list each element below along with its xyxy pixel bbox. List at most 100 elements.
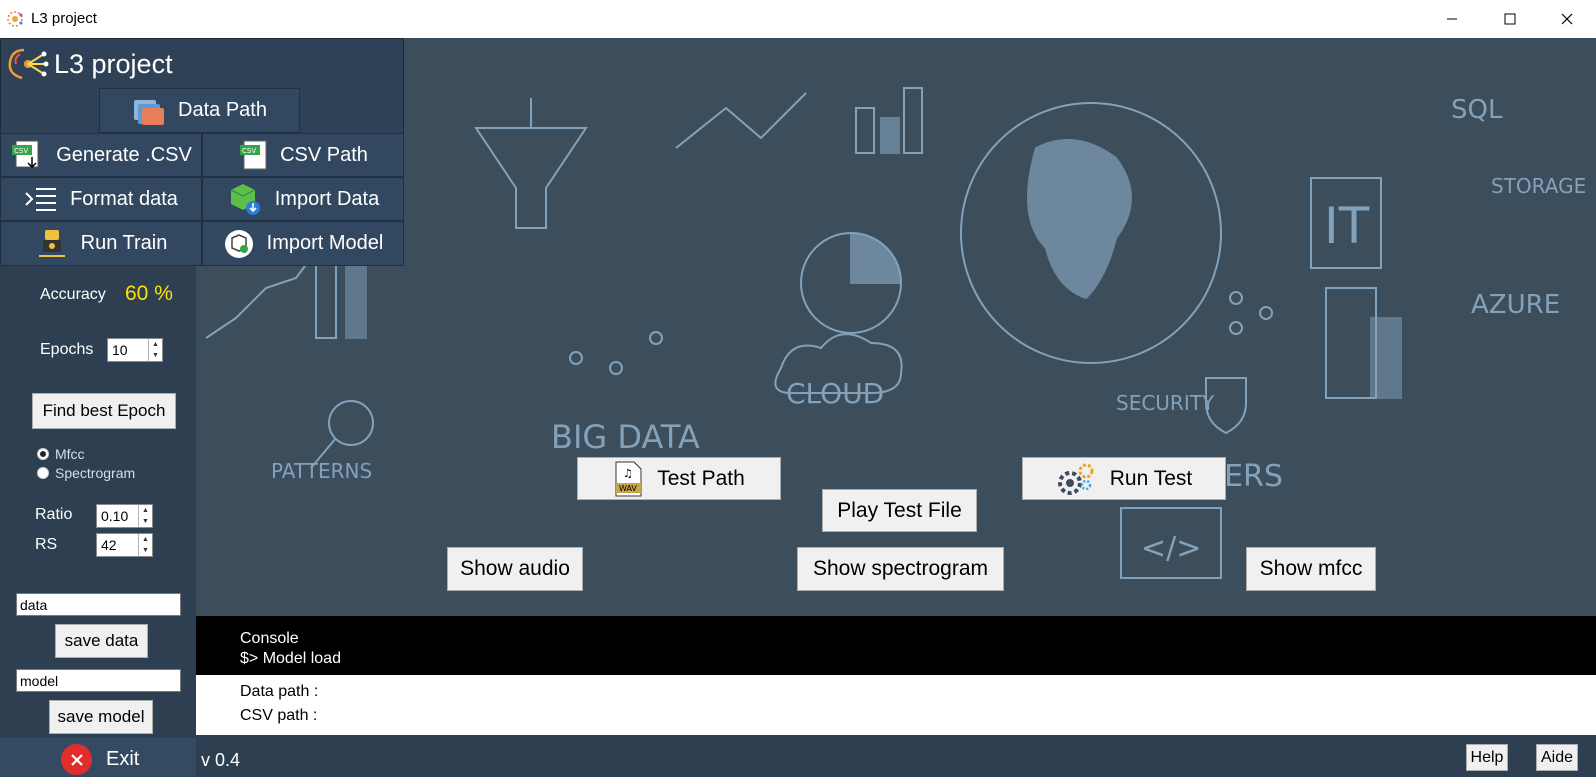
chevron-down-icon[interactable]: ▼ bbox=[139, 545, 152, 556]
test-path-button[interactable]: ♫ WAV Test Path bbox=[577, 457, 781, 500]
console-panel: Console $> Model load bbox=[196, 616, 1596, 675]
brand: L3 project bbox=[6, 44, 173, 84]
svg-text:AZURE: AZURE bbox=[1471, 290, 1560, 320]
rs-spinbox[interactable]: 42 ▲ ▼ bbox=[96, 533, 153, 557]
exit-button[interactable] bbox=[0, 738, 196, 777]
show-audio-label: Show audio bbox=[460, 557, 570, 580]
console-output: $> Model load bbox=[240, 650, 341, 667]
data-path-button[interactable]: Data Path bbox=[99, 88, 300, 133]
csv-path-label: CSV Path bbox=[280, 143, 368, 166]
status-bar bbox=[196, 735, 1596, 777]
data-name-input[interactable]: data bbox=[16, 593, 181, 616]
version-label: v 0.4 bbox=[201, 750, 241, 770]
play-test-file-label: Play Test File bbox=[837, 498, 962, 522]
svg-text:BIG DATA: BIG DATA bbox=[551, 418, 700, 456]
ratio-value: 0.10 bbox=[101, 508, 129, 524]
maximize-icon bbox=[1504, 13, 1516, 24]
console-title: Console bbox=[240, 630, 299, 647]
format-data-button[interactable]: Format data bbox=[0, 177, 202, 221]
title-bar: L3 project bbox=[0, 0, 1596, 37]
svg-text:STORAGE: STORAGE bbox=[1491, 174, 1586, 198]
epochs-label: Epochs bbox=[40, 341, 94, 358]
window-title: L3 project bbox=[31, 10, 97, 27]
chevron-up-icon[interactable]: ▲ bbox=[139, 534, 152, 545]
chevron-up-icon[interactable]: ▲ bbox=[149, 339, 162, 350]
radio-spectrogram-indicator bbox=[37, 467, 49, 479]
epochs-stepper[interactable]: ▲ ▼ bbox=[148, 339, 162, 361]
help-button[interactable]: Help bbox=[1466, 744, 1508, 771]
close-window-button[interactable] bbox=[1538, 0, 1596, 37]
robot-train-icon bbox=[38, 229, 65, 257]
show-mfcc-button[interactable]: Show mfcc bbox=[1246, 547, 1376, 591]
folder-icon bbox=[134, 99, 165, 125]
save-model-label: save model bbox=[57, 707, 145, 726]
import-model-button[interactable]: Import Model bbox=[202, 221, 404, 266]
exit-label[interactable]: Exit bbox=[106, 748, 139, 771]
save-model-button[interactable]: save model bbox=[49, 700, 153, 734]
chevron-up-icon[interactable]: ▲ bbox=[139, 505, 152, 516]
wav-file-icon: ♫ WAV bbox=[615, 461, 642, 496]
chevron-down-icon[interactable]: ▼ bbox=[149, 350, 162, 361]
brand-title: L3 project bbox=[54, 48, 173, 79]
accuracy-value: 60 % bbox=[125, 282, 173, 305]
svg-text:IT: IT bbox=[1324, 197, 1370, 255]
radio-spectrogram[interactable]: Spectrogram bbox=[37, 465, 135, 481]
svg-text:CLOUD: CLOUD bbox=[786, 377, 884, 410]
import-data-button[interactable]: Import Data bbox=[202, 177, 404, 221]
accuracy-label: Accuracy bbox=[40, 286, 106, 303]
svg-text:CSV: CSV bbox=[242, 147, 256, 155]
find-best-epoch-label: Find best Epoch bbox=[42, 401, 166, 420]
save-data-button[interactable]: save data bbox=[55, 624, 148, 658]
rs-stepper[interactable]: ▲ ▼ bbox=[138, 534, 152, 556]
paths-panel: Data path : CSV path : bbox=[196, 675, 1596, 735]
run-test-button[interactable]: Run Test bbox=[1022, 457, 1226, 500]
find-best-epoch-button[interactable]: Find best Epoch bbox=[32, 393, 176, 429]
ratio-stepper[interactable]: ▲ ▼ bbox=[138, 505, 152, 527]
csv-file-icon: CSV bbox=[240, 140, 267, 170]
aide-label: Aide bbox=[1540, 748, 1574, 766]
show-spectrogram-label: Show spectrogram bbox=[812, 557, 989, 580]
radio-spectrogram-label: Spectrogram bbox=[55, 465, 136, 481]
run-test-label: Run Test bbox=[1109, 466, 1193, 490]
svg-text:SECURITY: SECURITY bbox=[1116, 391, 1215, 415]
run-train-button[interactable]: Run Train bbox=[0, 221, 202, 266]
generate-csv-button[interactable]: CSV Generate .CSV bbox=[0, 133, 202, 177]
rs-label: RS bbox=[35, 536, 58, 553]
cube-import-icon bbox=[230, 184, 260, 215]
gears-icon bbox=[1057, 463, 1094, 495]
minimize-button[interactable] bbox=[1423, 0, 1481, 37]
aide-button[interactable]: Aide bbox=[1536, 744, 1578, 771]
close-icon bbox=[1561, 13, 1573, 24]
box-import-icon bbox=[224, 229, 253, 258]
rs-value: 42 bbox=[101, 537, 117, 553]
test-path-label: Test Path bbox=[657, 466, 745, 490]
epochs-spinbox[interactable]: 10 ▲ ▼ bbox=[107, 338, 163, 362]
ratio-label: Ratio bbox=[35, 506, 73, 523]
model-name-input[interactable]: model bbox=[16, 669, 181, 692]
save-data-label: save data bbox=[64, 631, 139, 650]
show-spectrogram-button[interactable]: Show spectrogram bbox=[797, 547, 1004, 591]
svg-text:CSV: CSV bbox=[14, 147, 28, 155]
play-test-file-button[interactable]: Play Test File bbox=[822, 489, 977, 532]
chevron-down-icon[interactable]: ▼ bbox=[139, 516, 152, 527]
data-path-label: Data Path bbox=[178, 99, 267, 121]
import-data-label: Import Data bbox=[274, 187, 380, 210]
close-circle-icon[interactable] bbox=[61, 744, 92, 775]
show-audio-button[interactable]: Show audio bbox=[447, 547, 583, 591]
epochs-value: 10 bbox=[112, 342, 128, 358]
radio-mfcc[interactable]: Mfcc bbox=[37, 446, 85, 462]
run-train-label: Run Train bbox=[80, 232, 168, 254]
radio-mfcc-label: Mfcc bbox=[55, 446, 85, 462]
minimize-icon bbox=[1447, 18, 1457, 19]
generate-csv-label: Generate .CSV bbox=[56, 143, 192, 166]
svg-text:</>: </> bbox=[1141, 531, 1201, 566]
maximize-button[interactable] bbox=[1481, 0, 1539, 37]
svg-text:WAV: WAV bbox=[619, 484, 637, 493]
ratio-spinbox[interactable]: 0.10 ▲ ▼ bbox=[96, 504, 153, 528]
format-list-icon bbox=[25, 188, 57, 211]
csv-path-button[interactable]: CSV CSV Path bbox=[202, 133, 404, 177]
neural-brain-icon bbox=[7, 11, 23, 27]
svg-text:SQL: SQL bbox=[1451, 95, 1503, 125]
neural-brain-icon bbox=[8, 48, 49, 80]
show-mfcc-label: Show mfcc bbox=[1259, 557, 1363, 580]
